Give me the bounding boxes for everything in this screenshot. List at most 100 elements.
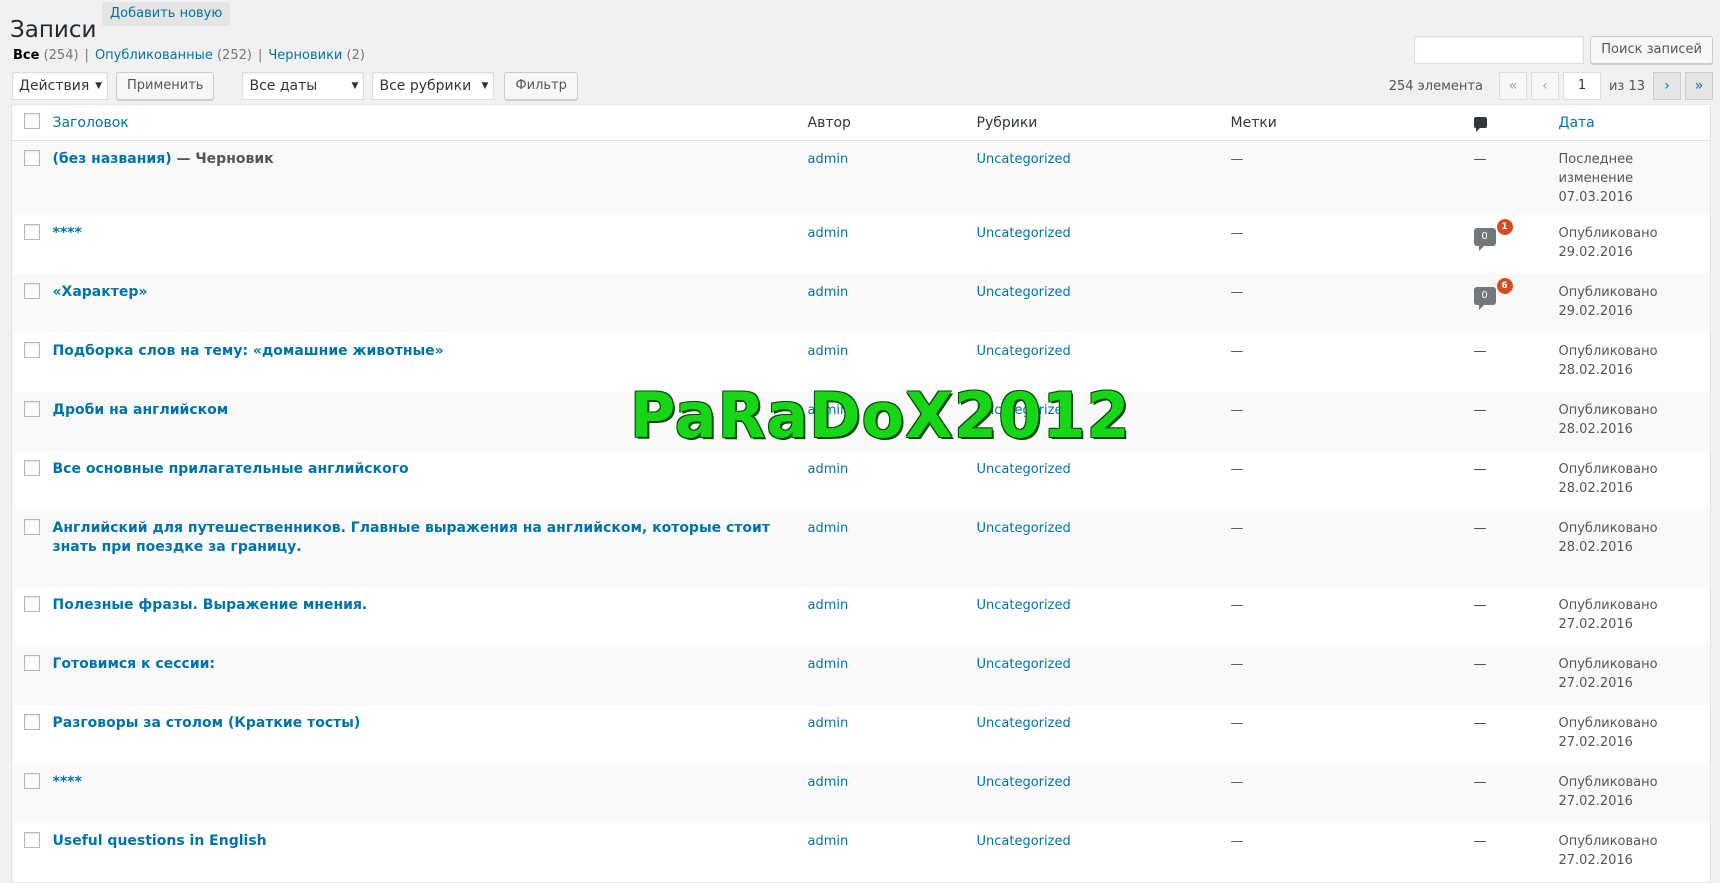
author-link[interactable]: admin — [808, 598, 849, 613]
post-state: — Черновик — [171, 151, 274, 167]
view-drafts[interactable]: Черновики (2) — [268, 48, 365, 63]
row-checkbox[interactable] — [24, 224, 40, 240]
row-checkbox[interactable] — [24, 655, 40, 671]
page-title: Записи — [10, 17, 97, 44]
category-link[interactable]: Uncategorized — [977, 657, 1071, 672]
first-page-button[interactable]: « — [1498, 72, 1527, 100]
tags-value: — — [1230, 598, 1244, 613]
comment-count-bubble[interactable]: 06 — [1473, 278, 1513, 310]
table-row: **** admin Uncategorized — 0 1 Опубликовано 29.… — [12, 215, 1711, 274]
category-link[interactable]: Uncategorized — [977, 152, 1071, 167]
row-checkbox[interactable] — [24, 714, 40, 730]
bulk-action-select[interactable]: Действия ▼ — [12, 72, 108, 100]
post-title-link[interactable]: Useful questions in English — [53, 833, 267, 849]
posts-table: Заголовок Автор Рубрики Метки Дата (без … — [11, 104, 1711, 883]
post-title-link[interactable]: Все основные прилагательные английского — [53, 461, 409, 477]
row-checkbox[interactable] — [24, 832, 40, 848]
category-filter-select[interactable]: Все рубрики ▼ — [372, 72, 495, 100]
tags-value: — — [1230, 344, 1244, 359]
comment-count-bubble[interactable]: 01 — [1473, 219, 1513, 251]
category-link[interactable]: Uncategorized — [977, 344, 1071, 359]
row-checkbox[interactable] — [24, 150, 40, 166]
pagination: 254 элемента « ‹ 1 из 13 › » — [1389, 72, 1713, 100]
date-status: Опубликовано — [1558, 521, 1658, 536]
post-title-link[interactable]: Английский для путешественников. Главные… — [53, 520, 770, 555]
author-link[interactable]: admin — [808, 775, 849, 790]
table-row: Дроби на английском admin Uncategorized — — О… — [11, 392, 1711, 451]
row-checkbox[interactable] — [24, 342, 40, 358]
column-date-sort[interactable]: Дата — [1559, 115, 1595, 131]
pending-comments-count: 1 — [1496, 219, 1513, 235]
author-link[interactable]: admin — [808, 521, 849, 536]
prev-page-button[interactable]: ‹ — [1530, 72, 1559, 100]
dropdown-arrow-icon: ▼ — [95, 81, 102, 91]
post-title-link[interactable]: Разговоры за столом (Краткие тосты) — [53, 715, 361, 731]
author-link[interactable]: admin — [808, 152, 849, 167]
comments-value: — — [1473, 657, 1487, 672]
comments-value: — — [1473, 716, 1487, 731]
dropdown-arrow-icon: ▼ — [351, 81, 359, 91]
view-all[interactable]: Все (254) — [13, 48, 79, 63]
category-link[interactable]: Uncategorized — [977, 403, 1071, 418]
search-input[interactable] — [1414, 36, 1585, 64]
column-categories: Рубрики — [966, 104, 1221, 141]
row-checkbox[interactable] — [24, 460, 40, 476]
category-link[interactable]: Uncategorized — [977, 521, 1071, 536]
category-link[interactable]: Uncategorized — [977, 775, 1071, 790]
author-link[interactable]: admin — [808, 657, 849, 672]
current-page-input[interactable]: 1 — [1562, 72, 1601, 100]
add-new-button[interactable]: Добавить новую — [102, 2, 231, 26]
select-all-checkbox[interactable] — [24, 112, 40, 129]
comments-value: — — [1473, 403, 1487, 418]
row-checkbox[interactable] — [24, 283, 40, 299]
category-link[interactable]: Uncategorized — [977, 834, 1071, 849]
last-page-button[interactable]: » — [1685, 72, 1713, 100]
comments-icon — [1473, 116, 1487, 132]
tags-value: — — [1230, 152, 1244, 167]
view-published[interactable]: Опубликованные (252) — [95, 48, 252, 63]
date-status: Опубликовано — [1558, 344, 1658, 359]
filter-button[interactable]: Фильтр — [504, 72, 578, 100]
search-button[interactable]: Поиск записей — [1590, 36, 1713, 64]
category-link[interactable]: Uncategorized — [977, 462, 1071, 477]
dropdown-arrow-icon: ▼ — [481, 81, 489, 91]
author-link[interactable]: admin — [808, 344, 849, 359]
date-status: Опубликовано — [1558, 462, 1658, 477]
author-link[interactable]: admin — [808, 834, 849, 849]
post-title-link[interactable]: Подборка слов на тему: «домашние животны… — [53, 343, 444, 359]
row-checkbox[interactable] — [24, 773, 40, 789]
comments-value: — — [1473, 152, 1487, 167]
table-header-row: Заголовок Автор Рубрики Метки Дата — [11, 104, 1711, 141]
author-link[interactable]: admin — [808, 716, 849, 731]
row-checkbox[interactable] — [24, 401, 40, 417]
post-title-link[interactable]: (без названия) — [53, 151, 172, 167]
category-link[interactable]: Uncategorized — [977, 226, 1071, 241]
post-title-link[interactable]: Готовимся к сессии: — [53, 656, 216, 672]
post-date: 29.02.2016 — [1558, 304, 1633, 319]
author-link[interactable]: admin — [808, 285, 849, 300]
date-status: Опубликовано — [1558, 285, 1658, 300]
row-checkbox[interactable] — [24, 519, 40, 535]
post-title-link[interactable]: **** — [53, 774, 82, 790]
apply-button[interactable]: Применить — [116, 72, 215, 100]
date-filter-select[interactable]: Все даты ▼ — [242, 72, 365, 100]
post-title-link[interactable]: Полезные фразы. Выражение мнения. — [53, 597, 368, 613]
post-date: 27.02.2016 — [1558, 735, 1633, 750]
post-title-link[interactable]: Дроби на английском — [53, 402, 229, 418]
category-link[interactable]: Uncategorized — [977, 716, 1071, 731]
author-link[interactable]: admin — [808, 462, 849, 477]
next-page-button[interactable]: › — [1653, 72, 1681, 100]
tags-value: — — [1230, 834, 1244, 849]
author-link[interactable]: admin — [808, 403, 849, 418]
author-link[interactable]: admin — [808, 226, 849, 241]
post-date: 27.02.2016 — [1558, 676, 1633, 691]
post-title-link[interactable]: «Характер» — [53, 284, 148, 300]
column-title-sort[interactable]: Заголовок — [53, 115, 129, 131]
row-checkbox[interactable] — [24, 596, 40, 612]
category-link[interactable]: Uncategorized — [977, 598, 1071, 613]
category-link[interactable]: Uncategorized — [977, 285, 1071, 300]
post-date: 28.02.2016 — [1558, 422, 1633, 437]
post-title-link[interactable]: **** — [53, 225, 82, 241]
tags-value: — — [1230, 521, 1244, 536]
date-status: Опубликовано — [1558, 775, 1658, 790]
